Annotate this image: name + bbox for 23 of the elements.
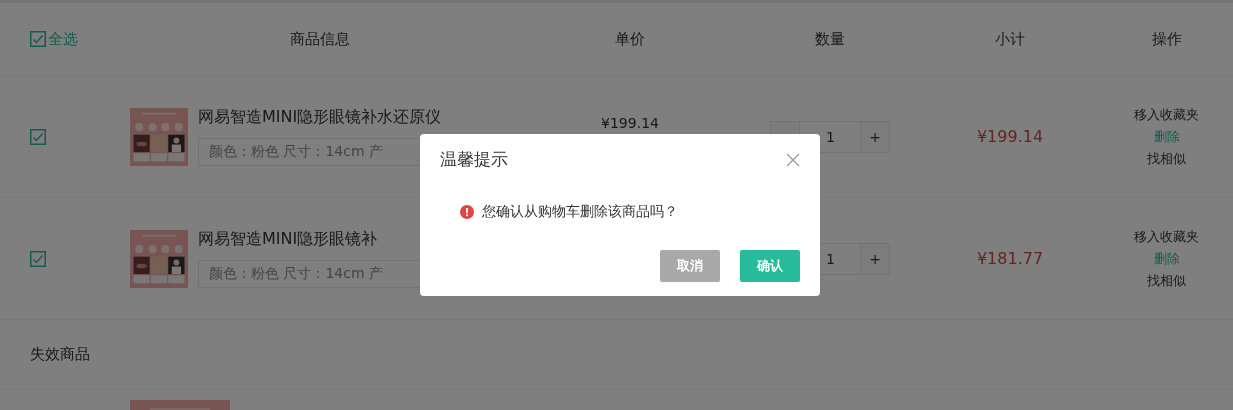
- section-title: 失效商品: [30, 345, 90, 364]
- cancel-button[interactable]: 取消: [660, 250, 720, 282]
- column-header: 单价: [615, 29, 645, 48]
- column-header: 商品信息: [290, 29, 350, 48]
- close-icon[interactable]: [786, 152, 800, 167]
- product-name[interactable]: 网易智造MINI隐形眼镜补: [198, 229, 378, 250]
- checkbox[interactable]: [30, 250, 46, 267]
- dialog-message: 您确认从购物车删除该商品吗？: [482, 203, 678, 221]
- action-link[interactable]: 找相似: [1147, 149, 1186, 168]
- checkbox[interactable]: [30, 128, 46, 145]
- column-header: 操作: [1151, 29, 1182, 48]
- subtotal: ¥181.77: [976, 249, 1044, 268]
- column-header: 数量: [815, 29, 845, 48]
- checkbox[interactable]: [30, 31, 46, 47]
- action-link[interactable]: 移入收藏夹: [1134, 227, 1199, 246]
- action-link[interactable]: 移入收藏夹: [1134, 105, 1199, 124]
- subtotal: ¥199.14: [976, 127, 1044, 146]
- product-name[interactable]: 网易智造MINI隐形眼镜补水还原仪: [198, 107, 442, 128]
- action-link[interactable]: 找相似: [1147, 271, 1186, 290]
- column-header: 小计: [995, 29, 1025, 48]
- confirm-button[interactable]: 确认: [740, 250, 800, 282]
- warning-icon: [460, 205, 474, 219]
- unit-price: ¥199.14: [601, 114, 659, 133]
